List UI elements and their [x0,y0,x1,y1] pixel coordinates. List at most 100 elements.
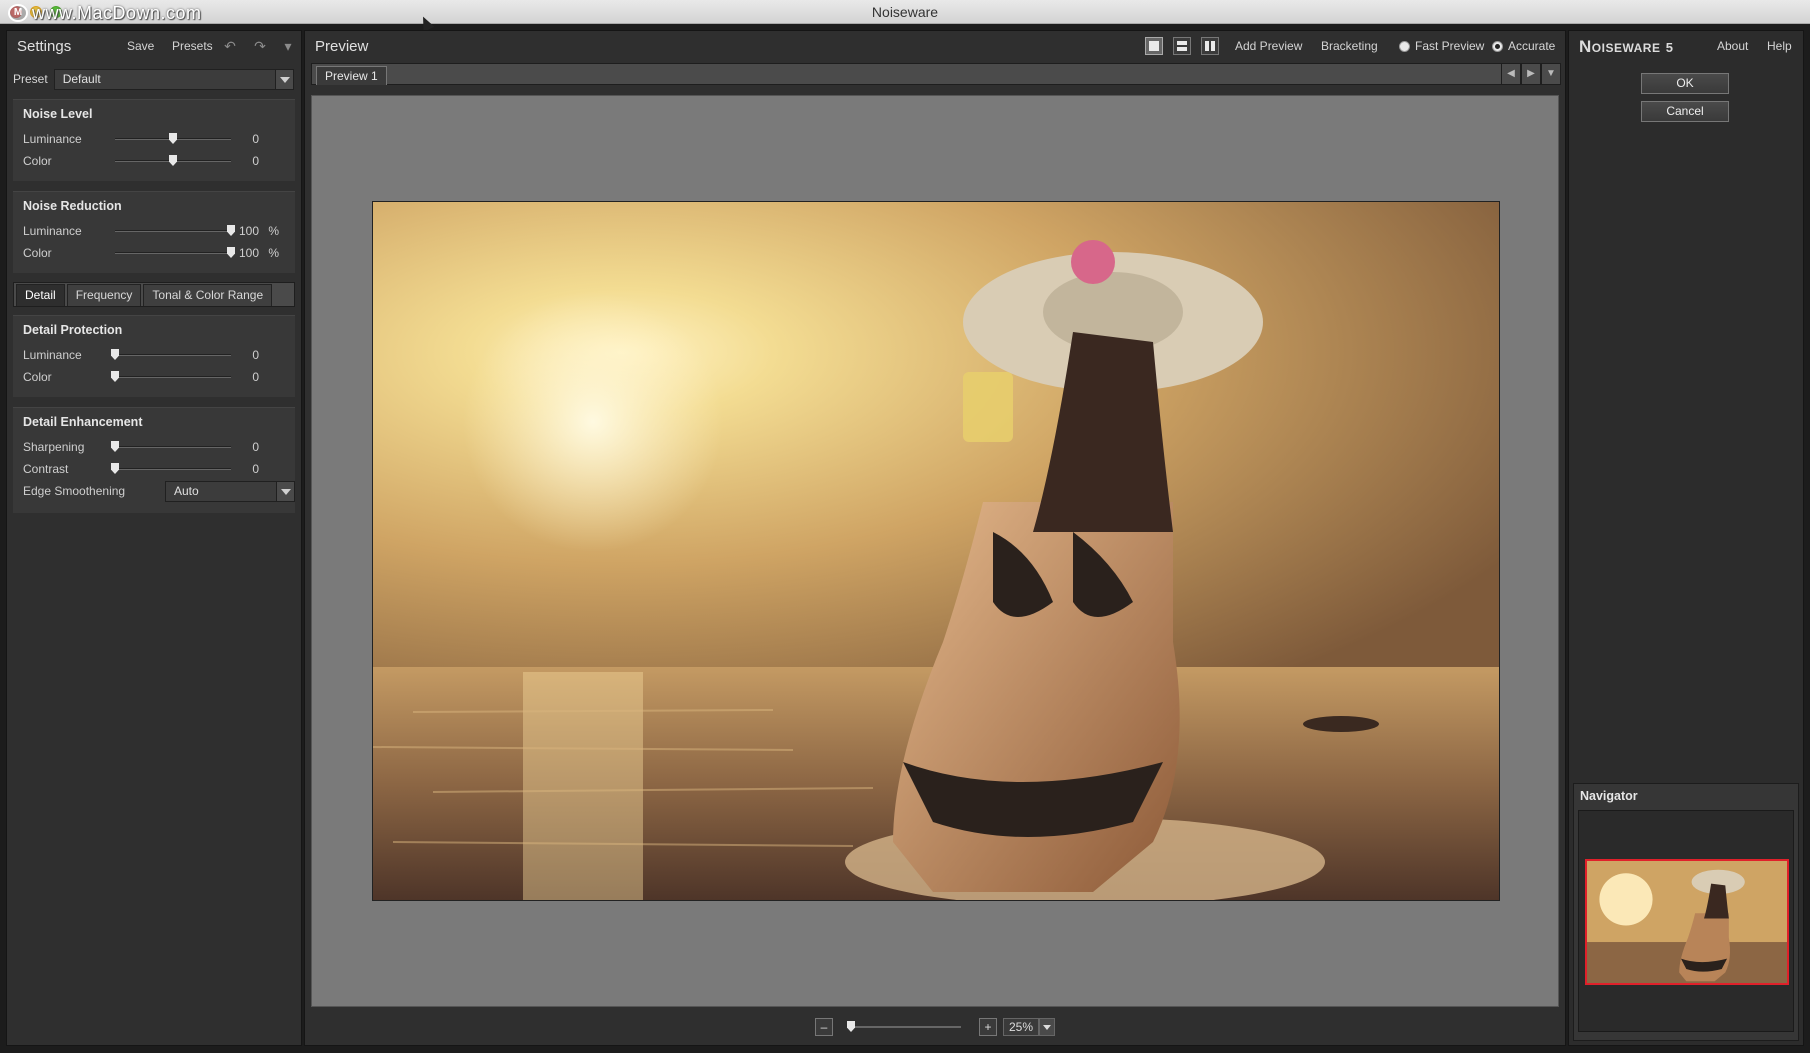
detail-protection-group: Detail Protection Luminance 0 Color 0 [13,315,295,397]
noise-level-luminance-value: 0 [252,132,259,146]
single-view-icon[interactable] [1145,37,1163,55]
settings-panel: Settings Save Presets ↶ ↷ ▾ Preset Defau… [6,30,302,1046]
detail-protection-color-row: Color 0 [23,368,289,386]
fast-preview-label: Fast Preview [1415,39,1485,53]
percent-unit: % [268,246,279,260]
edge-smoothening-label: Edge Smoothening [23,484,126,498]
noise-level-title: Noise Level [23,107,93,121]
noise-reduction-luminance-slider[interactable] [115,225,235,236]
noise-level-color-slider[interactable] [115,155,231,166]
noise-reduction-title: Noise Reduction [23,199,122,213]
redo-icon[interactable]: ↷ [251,38,269,54]
zoom-value[interactable]: 25% [1003,1018,1039,1036]
noise-level-color-value: 0 [252,154,259,168]
noise-level-luminance-row: Luminance 0 [23,130,289,148]
title-bar: M www.MacDown.com Noiseware [0,0,1810,32]
tab-frequency[interactable]: Frequency [66,284,142,306]
sharpening-value: 0 [252,440,259,454]
next-tab-icon[interactable]: ▶ [1521,63,1541,85]
tab-list-chevron-down-icon[interactable]: ▼ [1541,63,1561,85]
fast-preview-radio[interactable]: Fast Preview [1399,39,1484,53]
window-title: Noiseware [871,4,939,20]
beach-photo-image [373,202,1499,900]
about-button[interactable]: About [1717,39,1748,53]
bracketing-button[interactable]: Bracketing [1321,39,1378,53]
navigator-thumbnail[interactable] [1585,859,1789,985]
noise-reduction-luminance-label: Luminance [23,224,82,238]
noise-level-color-label: Color [23,154,52,168]
preview-canvas[interactable] [311,95,1559,1007]
detail-protection-color-value: 0 [252,370,259,384]
settings-menu-chevron-down-icon[interactable]: ▾ [279,38,297,54]
split-vertical-view-icon[interactable] [1201,37,1219,55]
zoom-out-button[interactable]: – [815,1018,833,1036]
preview-tab-strip: Preview 1 [311,63,1543,85]
brand-name: Noiseware [1579,37,1661,56]
detail-enhancement-group: Detail Enhancement Sharpening 0 Contrast… [13,407,295,513]
slider-handle[interactable] [111,441,119,452]
detail-protection-luminance-slider[interactable] [111,349,231,360]
slider-handle[interactable] [847,1021,855,1032]
tab-preview-1[interactable]: Preview 1 [316,66,387,85]
slider-handle[interactable] [111,463,119,474]
accurate-radio[interactable]: Accurate [1492,39,1555,53]
accurate-label: Accurate [1508,39,1556,53]
help-button[interactable]: Help [1767,39,1792,53]
noise-level-luminance-slider[interactable] [115,133,231,144]
zoom-in-button[interactable]: + [979,1018,997,1036]
sharpening-label: Sharpening [23,440,85,454]
slider-handle[interactable] [111,349,119,360]
presets-button[interactable]: Presets [172,39,213,53]
noise-reduction-luminance-row: Luminance 100 % [23,222,289,240]
preview-panel: Preview Add Preview Bracketing Fast Prev… [304,30,1566,1046]
navigator-panel: Navigator [1573,783,1799,1041]
radio-selected-icon [1492,40,1503,52]
detail-protection-luminance-row: Luminance 0 [23,346,289,364]
preset-select[interactable]: Default [53,68,294,90]
zoom-bar: – + 25% [305,1009,1565,1045]
noise-level-luminance-label: Luminance [23,132,82,146]
noise-reduction-color-slider[interactable] [115,247,235,258]
edge-smoothening-select[interactable]: Auto [165,481,295,502]
navigator-image [1587,861,1787,983]
edge-smoothening-value: Auto [174,484,199,498]
split-horizontal-view-icon[interactable] [1173,37,1191,55]
zoom-chevron-down-icon[interactable] [1039,1018,1055,1036]
preset-select-value: Default [62,71,101,86]
zoom-slider[interactable] [847,1021,961,1032]
noise-reduction-color-value: 100 [238,246,259,260]
radio-icon [1399,40,1410,52]
contrast-label: Contrast [23,462,69,476]
preset-label: Preset [13,72,48,86]
add-preview-button[interactable]: Add Preview [1235,39,1302,53]
edge-smoothening-row: Edge Smoothening Auto [23,481,295,502]
right-panel: Noiseware 5 About Help OK Cancel Navigat… [1568,30,1804,1046]
contrast-row: Contrast 0 [23,460,289,478]
detail-protection-color-slider[interactable] [111,371,231,382]
cancel-button[interactable]: Cancel [1641,101,1729,122]
detail-protection-title: Detail Protection [23,323,123,337]
tab-detail[interactable]: Detail [16,284,65,306]
slider-handle[interactable] [169,155,177,166]
tab-tonal-color-range[interactable]: Tonal & Color Range [143,284,273,306]
sharpening-row: Sharpening 0 [23,438,289,456]
preview-photo[interactable] [372,201,1500,901]
save-button[interactable]: Save [127,39,154,53]
slider-handle[interactable] [169,133,177,144]
chevron-down-icon [276,482,294,501]
settings-tabs: Detail Frequency Tonal & Color Range [13,282,295,307]
slider-handle[interactable] [111,371,119,382]
preset-row: Preset Default [13,68,297,90]
detail-protection-luminance-value: 0 [252,348,259,362]
noise-reduction-color-row: Color 100 % [23,244,289,262]
contrast-slider[interactable] [111,463,231,474]
previous-tab-icon[interactable]: ◀ [1501,63,1521,85]
percent-unit: % [268,224,279,238]
sharpening-slider[interactable] [111,441,231,452]
detail-protection-color-label: Color [23,370,52,384]
navigator-title: Navigator [1580,789,1638,803]
ok-button[interactable]: OK [1641,73,1729,94]
noise-reduction-group: Noise Reduction Luminance 100 % Color 10… [13,191,295,273]
undo-icon[interactable]: ↶ [221,38,239,54]
noise-level-group: Noise Level Luminance 0 Color 0 [13,99,295,181]
